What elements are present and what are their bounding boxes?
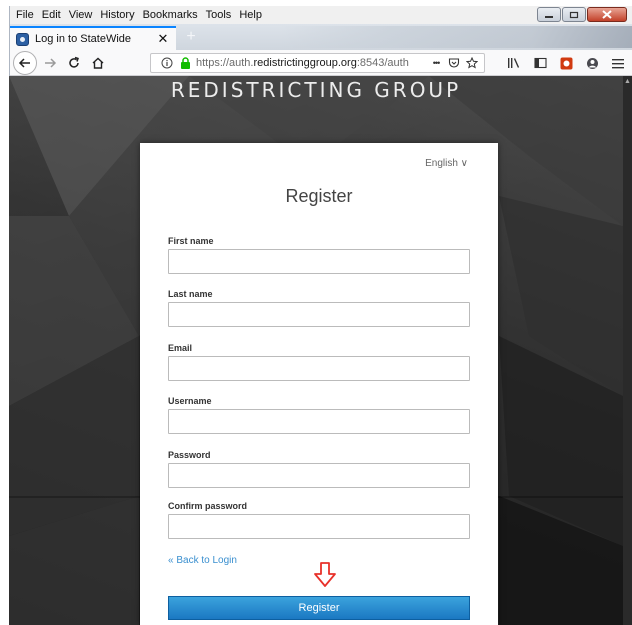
confirm-password-input[interactable] — [168, 514, 470, 539]
navigation-toolbar: https://auth.redistrictinggroup.org:8543… — [10, 50, 632, 76]
tab-title: Log in to StateWide — [35, 33, 132, 45]
browser-window: File Edit View History Bookmarks Tools H… — [9, 6, 632, 76]
lock-icon[interactable] — [178, 56, 192, 70]
site-favicon-icon — [16, 32, 29, 46]
bookmark-star-icon[interactable] — [465, 56, 479, 70]
register-button[interactable]: Register — [168, 596, 470, 620]
password-input[interactable] — [168, 463, 470, 488]
url-suffix: :8543/auth — [356, 57, 409, 69]
menu-file[interactable]: File — [16, 9, 34, 21]
menu-history[interactable]: History — [100, 9, 134, 21]
restore-button[interactable] — [562, 7, 586, 22]
tab-bar-background — [280, 26, 632, 48]
home-icon — [92, 57, 104, 69]
email-label: Email — [168, 343, 193, 353]
info-icon[interactable] — [160, 56, 174, 70]
toolbar-right — [499, 55, 629, 71]
restore-icon — [569, 11, 579, 18]
tab-close-icon[interactable]: ✕ — [156, 31, 170, 47]
url-domain: redistrictinggroup.org — [253, 57, 357, 69]
brand-title: REDISTRICTING GROUP — [170, 78, 462, 102]
minimize-button[interactable] — [537, 7, 561, 22]
username-label: Username — [168, 396, 212, 406]
home-button[interactable] — [87, 52, 109, 74]
register-card: English ∨ Register First name Last name … — [140, 143, 498, 625]
scroll-up-icon[interactable]: ▲ — [624, 78, 631, 85]
back-arrow-icon — [18, 57, 30, 68]
page-scrollbar[interactable]: ▲ — [623, 76, 632, 625]
email-group: Email — [168, 343, 470, 381]
tab-login[interactable]: Log in to StateWide ✕ — [10, 26, 176, 50]
page-viewport: REDISTRICTING GROUP English ∨ Register F… — [9, 76, 623, 625]
forward-arrow-icon — [45, 57, 57, 68]
new-tab-button[interactable]: + — [182, 28, 200, 46]
sidebar-icon[interactable] — [529, 55, 551, 71]
last-name-group: Last name — [168, 289, 470, 327]
library-icon[interactable] — [503, 55, 525, 71]
down-arrow-icon — [314, 562, 336, 587]
menu-tools[interactable]: Tools — [206, 9, 232, 21]
confirm-password-group: Confirm password — [168, 501, 470, 539]
minimize-icon — [545, 15, 553, 18]
window-controls — [536, 7, 627, 22]
first-name-group: First name — [168, 236, 470, 274]
address-bar[interactable]: https://auth.redistrictinggroup.org:8543… — [150, 53, 485, 73]
username-input[interactable] — [168, 409, 470, 434]
menu-bar: File Edit View History Bookmarks Tools H… — [10, 6, 632, 24]
email-input[interactable] — [168, 356, 470, 381]
forward-button[interactable] — [39, 52, 61, 74]
username-group: Username — [168, 396, 470, 434]
pocket-icon[interactable] — [447, 56, 461, 70]
password-label: Password — [168, 450, 211, 460]
menu-view[interactable]: View — [69, 9, 93, 21]
hamburger-menu-icon[interactable] — [607, 55, 629, 71]
last-name-input[interactable] — [168, 302, 470, 327]
url-text[interactable]: https://auth.redistrictinggroup.org:8543… — [196, 57, 425, 69]
first-name-label: First name — [168, 236, 214, 246]
last-name-label: Last name — [168, 289, 213, 299]
back-to-login-link[interactable]: « Back to Login — [168, 555, 237, 566]
confirm-password-label: Confirm password — [168, 501, 248, 511]
account-icon[interactable] — [581, 55, 603, 71]
close-window-button[interactable] — [587, 7, 627, 22]
extension-icon[interactable] — [555, 55, 577, 71]
first-name-input[interactable] — [168, 249, 470, 274]
page-title: Register — [285, 186, 353, 206]
reload-button[interactable] — [63, 52, 85, 74]
menu-edit[interactable]: Edit — [42, 9, 61, 21]
menu-help[interactable]: Help — [239, 9, 262, 21]
menu-bookmarks[interactable]: Bookmarks — [143, 9, 198, 21]
password-group: Password — [168, 450, 470, 488]
language-selector[interactable]: English ∨ — [425, 158, 468, 169]
page-actions-icon[interactable]: ••• — [429, 56, 443, 70]
url-prefix: https://auth. — [196, 57, 254, 69]
close-icon — [602, 10, 612, 19]
reload-icon — [69, 56, 79, 68]
tab-bar: Log in to StateWide ✕ + — [10, 24, 632, 50]
back-button[interactable] — [13, 50, 37, 75]
